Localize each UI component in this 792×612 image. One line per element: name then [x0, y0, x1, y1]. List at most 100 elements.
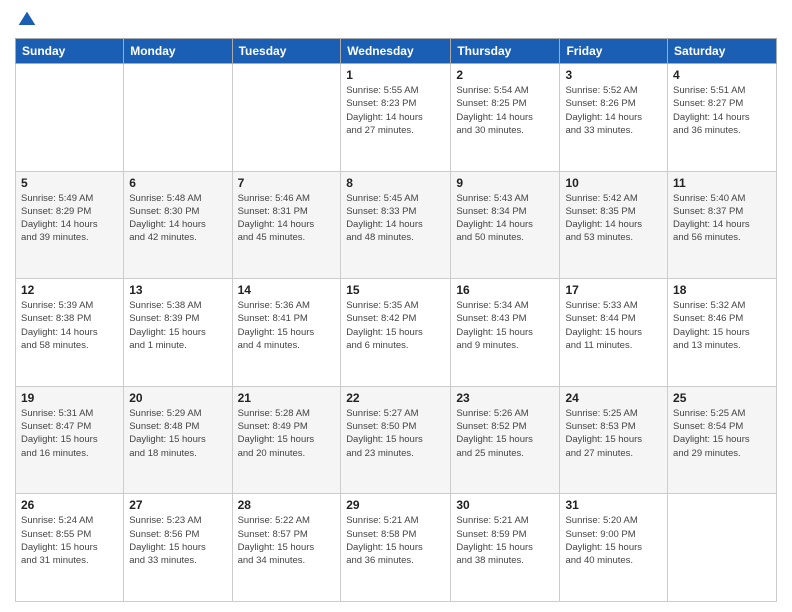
- day-info: Sunrise: 5:46 AM Sunset: 8:31 PM Dayligh…: [238, 192, 336, 245]
- day-number: 23: [456, 391, 554, 405]
- day-info: Sunrise: 5:22 AM Sunset: 8:57 PM Dayligh…: [238, 514, 336, 567]
- calendar-cell: 8 Sunrise: 5:45 AM Sunset: 8:33 PM Daylig…: [341, 171, 451, 279]
- day-number: 28: [238, 498, 336, 512]
- day-info: Sunrise: 5:32 AM Sunset: 8:46 PM Dayligh…: [673, 299, 771, 352]
- day-info: Sunrise: 5:55 AM Sunset: 8:23 PM Dayligh…: [346, 84, 445, 137]
- day-number: 13: [129, 283, 226, 297]
- day-number: 16: [456, 283, 554, 297]
- calendar-cell: [16, 64, 124, 172]
- day-number: 7: [238, 176, 336, 190]
- day-number: 18: [673, 283, 771, 297]
- day-number: 22: [346, 391, 445, 405]
- calendar-cell: 7 Sunrise: 5:46 AM Sunset: 8:31 PM Daylig…: [232, 171, 341, 279]
- day-info: Sunrise: 5:23 AM Sunset: 8:56 PM Dayligh…: [129, 514, 226, 567]
- calendar-cell: 26 Sunrise: 5:24 AM Sunset: 8:55 PM Dayli…: [16, 494, 124, 602]
- weekday-header-monday: Monday: [124, 39, 232, 64]
- day-number: 1: [346, 68, 445, 82]
- calendar-cell: 6 Sunrise: 5:48 AM Sunset: 8:30 PM Daylig…: [124, 171, 232, 279]
- page: SundayMondayTuesdayWednesdayThursdayFrid…: [0, 0, 792, 612]
- day-number: 24: [565, 391, 662, 405]
- day-info: Sunrise: 5:27 AM Sunset: 8:50 PM Dayligh…: [346, 407, 445, 460]
- day-info: Sunrise: 5:21 AM Sunset: 8:58 PM Dayligh…: [346, 514, 445, 567]
- week-row-4: 19 Sunrise: 5:31 AM Sunset: 8:47 PM Dayli…: [16, 386, 777, 494]
- calendar-cell: 22 Sunrise: 5:27 AM Sunset: 8:50 PM Dayli…: [341, 386, 451, 494]
- calendar-cell: 16 Sunrise: 5:34 AM Sunset: 8:43 PM Dayli…: [451, 279, 560, 387]
- calendar-cell: 5 Sunrise: 5:49 AM Sunset: 8:29 PM Daylig…: [16, 171, 124, 279]
- weekday-header-wednesday: Wednesday: [341, 39, 451, 64]
- calendar-cell: 31 Sunrise: 5:20 AM Sunset: 9:00 PM Dayli…: [560, 494, 668, 602]
- calendar-cell: 17 Sunrise: 5:33 AM Sunset: 8:44 PM Dayli…: [560, 279, 668, 387]
- calendar-cell: 20 Sunrise: 5:29 AM Sunset: 8:48 PM Dayli…: [124, 386, 232, 494]
- calendar-cell: 23 Sunrise: 5:26 AM Sunset: 8:52 PM Dayli…: [451, 386, 560, 494]
- day-info: Sunrise: 5:29 AM Sunset: 8:48 PM Dayligh…: [129, 407, 226, 460]
- calendar-cell: 13 Sunrise: 5:38 AM Sunset: 8:39 PM Dayli…: [124, 279, 232, 387]
- calendar-cell: 11Sunrise: 5:40 AM Sunset: 8:37 PM Dayli…: [668, 171, 777, 279]
- day-info: Sunrise: 5:24 AM Sunset: 8:55 PM Dayligh…: [21, 514, 118, 567]
- calendar-cell: [232, 64, 341, 172]
- calendar-cell: 9 Sunrise: 5:43 AM Sunset: 8:34 PM Daylig…: [451, 171, 560, 279]
- day-number: 6: [129, 176, 226, 190]
- day-info: Sunrise: 5:52 AM Sunset: 8:26 PM Dayligh…: [565, 84, 662, 137]
- day-info: Sunrise: 5:25 AM Sunset: 8:54 PM Dayligh…: [673, 407, 771, 460]
- day-info: Sunrise: 5:34 AM Sunset: 8:43 PM Dayligh…: [456, 299, 554, 352]
- calendar-cell: 1 Sunrise: 5:55 AM Sunset: 8:23 PM Daylig…: [341, 64, 451, 172]
- day-info: Sunrise: 5:38 AM Sunset: 8:39 PM Dayligh…: [129, 299, 226, 352]
- calendar-cell: 10Sunrise: 5:42 AM Sunset: 8:35 PM Dayli…: [560, 171, 668, 279]
- day-info: Sunrise: 5:21 AM Sunset: 8:59 PM Dayligh…: [456, 514, 554, 567]
- day-number: 3: [565, 68, 662, 82]
- calendar-cell: 12Sunrise: 5:39 AM Sunset: 8:38 PM Dayli…: [16, 279, 124, 387]
- day-number: 15: [346, 283, 445, 297]
- day-number: 20: [129, 391, 226, 405]
- day-info: Sunrise: 5:20 AM Sunset: 9:00 PM Dayligh…: [565, 514, 662, 567]
- day-info: Sunrise: 5:49 AM Sunset: 8:29 PM Dayligh…: [21, 192, 118, 245]
- day-number: 2: [456, 68, 554, 82]
- calendar-cell: 19 Sunrise: 5:31 AM Sunset: 8:47 PM Dayli…: [16, 386, 124, 494]
- day-number: 11: [673, 176, 771, 190]
- day-number: 12: [21, 283, 118, 297]
- day-info: Sunrise: 5:33 AM Sunset: 8:44 PM Dayligh…: [565, 299, 662, 352]
- day-number: 9: [456, 176, 554, 190]
- calendar-cell: 25 Sunrise: 5:25 AM Sunset: 8:54 PM Dayli…: [668, 386, 777, 494]
- weekday-header-tuesday: Tuesday: [232, 39, 341, 64]
- day-info: Sunrise: 5:54 AM Sunset: 8:25 PM Dayligh…: [456, 84, 554, 137]
- day-info: Sunrise: 5:26 AM Sunset: 8:52 PM Dayligh…: [456, 407, 554, 460]
- day-number: 27: [129, 498, 226, 512]
- day-number: 30: [456, 498, 554, 512]
- weekday-header-friday: Friday: [560, 39, 668, 64]
- logo-icon: [17, 10, 37, 30]
- weekday-header-row: SundayMondayTuesdayWednesdayThursdayFrid…: [16, 39, 777, 64]
- calendar-cell: 28 Sunrise: 5:22 AM Sunset: 8:57 PM Dayli…: [232, 494, 341, 602]
- day-number: 4: [673, 68, 771, 82]
- day-info: Sunrise: 5:45 AM Sunset: 8:33 PM Dayligh…: [346, 192, 445, 245]
- calendar-cell: 2 Sunrise: 5:54 AM Sunset: 8:25 PM Daylig…: [451, 64, 560, 172]
- day-number: 5: [21, 176, 118, 190]
- calendar-cell: [124, 64, 232, 172]
- week-row-2: 5 Sunrise: 5:49 AM Sunset: 8:29 PM Daylig…: [16, 171, 777, 279]
- day-info: Sunrise: 5:42 AM Sunset: 8:35 PM Dayligh…: [565, 192, 662, 245]
- week-row-5: 26 Sunrise: 5:24 AM Sunset: 8:55 PM Dayli…: [16, 494, 777, 602]
- calendar-cell: [668, 494, 777, 602]
- week-row-1: 1 Sunrise: 5:55 AM Sunset: 8:23 PM Daylig…: [16, 64, 777, 172]
- day-info: Sunrise: 5:35 AM Sunset: 8:42 PM Dayligh…: [346, 299, 445, 352]
- day-number: 8: [346, 176, 445, 190]
- calendar-cell: 4 Sunrise: 5:51 AM Sunset: 8:27 PM Daylig…: [668, 64, 777, 172]
- calendar-cell: 3 Sunrise: 5:52 AM Sunset: 8:26 PM Daylig…: [560, 64, 668, 172]
- day-number: 25: [673, 391, 771, 405]
- day-number: 17: [565, 283, 662, 297]
- weekday-header-thursday: Thursday: [451, 39, 560, 64]
- calendar-cell: 21Sunrise: 5:28 AM Sunset: 8:49 PM Dayli…: [232, 386, 341, 494]
- day-number: 26: [21, 498, 118, 512]
- calendar-cell: 15 Sunrise: 5:35 AM Sunset: 8:42 PM Dayli…: [341, 279, 451, 387]
- day-number: 19: [21, 391, 118, 405]
- calendar-cell: 29Sunrise: 5:21 AM Sunset: 8:58 PM Dayli…: [341, 494, 451, 602]
- day-number: 31: [565, 498, 662, 512]
- day-info: Sunrise: 5:43 AM Sunset: 8:34 PM Dayligh…: [456, 192, 554, 245]
- weekday-header-sunday: Sunday: [16, 39, 124, 64]
- week-row-3: 12Sunrise: 5:39 AM Sunset: 8:38 PM Dayli…: [16, 279, 777, 387]
- day-number: 21: [238, 391, 336, 405]
- day-info: Sunrise: 5:51 AM Sunset: 8:27 PM Dayligh…: [673, 84, 771, 137]
- calendar-cell: 27 Sunrise: 5:23 AM Sunset: 8:56 PM Dayli…: [124, 494, 232, 602]
- day-info: Sunrise: 5:31 AM Sunset: 8:47 PM Dayligh…: [21, 407, 118, 460]
- day-info: Sunrise: 5:48 AM Sunset: 8:30 PM Dayligh…: [129, 192, 226, 245]
- day-info: Sunrise: 5:25 AM Sunset: 8:53 PM Dayligh…: [565, 407, 662, 460]
